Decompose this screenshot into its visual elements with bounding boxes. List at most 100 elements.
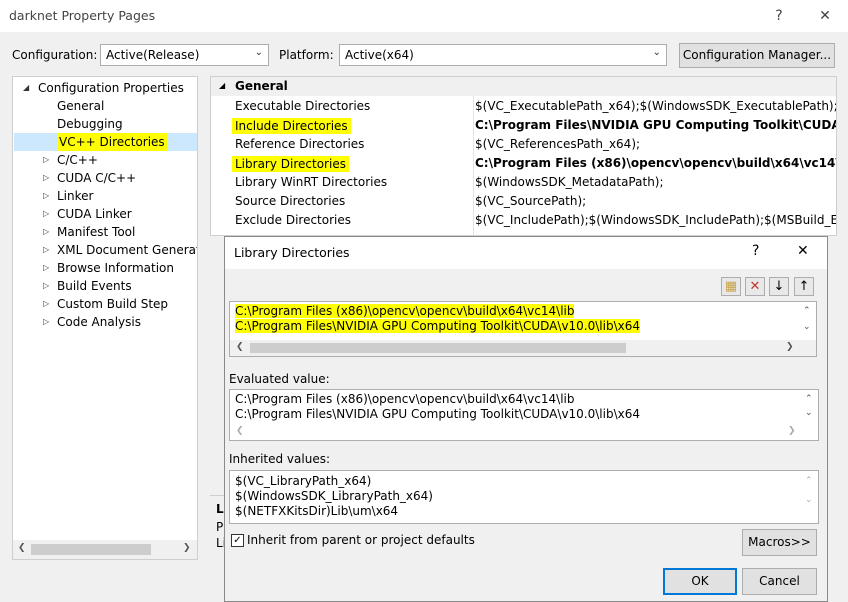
expand-arrow-icon[interactable]: ▷ [43,317,49,326]
tree-item-cuda-cc[interactable]: CUDA C/C++ [57,169,136,187]
horizontal-scrollbar[interactable]: ❮ ❯ [230,340,816,356]
property-grid: ◢ General Executable Directories $(VC_Ex… [210,76,837,236]
configuration-value: Active(Release) [106,48,200,62]
property-name: Exclude Directories [235,213,351,227]
grid-row[interactable]: Exclude Directories $(VC_IncludePath);$(… [211,211,837,230]
scroll-right-icon[interactable]: ❯ [183,543,191,553]
ok-button[interactable]: OK [663,568,737,595]
directory-entry[interactable]: C:\Program Files (x86)\opencv\opencv\bui… [235,304,575,318]
grid-row[interactable]: Executable Directories $(VC_ExecutablePa… [211,97,837,116]
expand-arrow-icon[interactable]: ▷ [43,209,49,218]
cancel-button[interactable]: Cancel [742,568,817,595]
scroll-left-icon[interactable]: ❮ [18,543,26,553]
tree-item-manifest-tool[interactable]: Manifest Tool [57,223,135,241]
expand-arrow-icon[interactable]: ▷ [43,299,49,308]
scroll-thumb[interactable] [31,544,151,555]
property-tree: ◢ Configuration Properties General Debug… [12,76,198,560]
expand-arrow-icon[interactable]: ▷ [43,227,49,236]
scroll-up-icon[interactable]: ⌃ [805,476,813,486]
tree-item-cc[interactable]: C/C++ [57,151,98,169]
tree-item-build-events[interactable]: Build Events [57,277,132,295]
dialog-help-button[interactable]: ? [752,243,759,259]
expand-arrow-icon[interactable]: ▷ [43,191,49,200]
grid-row[interactable]: Source Directories $(VC_SourcePath); [211,192,836,211]
property-name: Source Directories [235,194,346,208]
folder-icon: ▦ [724,279,738,294]
inherit-checkbox[interactable]: ✓ [231,534,244,547]
scroll-right-icon[interactable]: ❯ [786,342,794,352]
collapse-arrow-icon[interactable]: ◢ [23,83,29,92]
configuration-select[interactable]: Active(Release) ⌄ [100,44,269,66]
grid-row[interactable]: Library Directories C:\Program Files (x8… [211,154,837,173]
tree-item-cuda-linker[interactable]: CUDA Linker [57,205,132,223]
scroll-up-icon[interactable]: ⌃ [803,306,811,316]
delete-line-button[interactable]: ✕ [745,277,765,296]
scroll-down-icon[interactable]: ⌄ [805,408,813,418]
inherited-values-label: Inherited values: [229,452,330,466]
close-button[interactable]: ✕ [813,5,837,27]
property-name: Reference Directories [235,137,365,151]
configuration-manager-button[interactable]: Configuration Manager... [679,43,835,68]
property-name: Library WinRT Directories [235,175,388,189]
expand-arrow-icon[interactable]: ▷ [43,245,49,254]
tree-item-custom-build-step[interactable]: Custom Build Step [57,295,168,313]
description-line: P [216,520,224,534]
scroll-up-icon[interactable]: ⌃ [805,394,813,404]
tree-item-general[interactable]: General [57,97,104,115]
evaluated-entry: C:\Program Files\NVIDIA GPU Computing To… [235,407,640,421]
inherit-checkbox-label[interactable]: Inherit from parent or project defaults [247,533,475,547]
tree-item-configuration-properties[interactable]: Configuration Properties [38,79,184,97]
grid-section-header[interactable]: ◢ General [211,77,836,96]
dialog-title: Library Directories [234,245,350,260]
scroll-down-icon[interactable]: ⌄ [803,322,811,332]
tree-item-debugging[interactable]: Debugging [57,115,123,133]
expand-arrow-icon[interactable]: ▷ [43,281,49,290]
grid-row[interactable]: Reference Directories $(VC_ReferencesPat… [211,135,836,154]
window-title: darknet Property Pages [9,8,156,23]
inherited-entry: $(WindowsSDK_LibraryPath_x64) [235,489,433,503]
chevron-down-icon: ⌄ [254,47,263,58]
tree-item-linker[interactable]: Linker [57,187,93,205]
configuration-label: Configuration: [12,48,98,62]
collapse-arrow-icon[interactable]: ◢ [219,81,225,90]
macros-button[interactable]: Macros>> [742,529,817,556]
section-title: General [235,79,288,93]
expand-arrow-icon[interactable]: ▷ [43,155,49,164]
help-button[interactable]: ? [767,5,791,27]
scroll-right-icon[interactable]: ❯ [788,426,796,436]
property-value: $(VC_SourcePath); [475,194,587,208]
scroll-thumb[interactable] [250,343,626,353]
tree-item-xml-document-generator[interactable]: XML Document Generator [57,241,197,259]
property-value: $(VC_ExecutablePath_x64);$(WindowsSDK_Ex… [475,99,837,113]
dialog-title-bar: Library Directories ? ✕ [225,237,827,269]
property-value: $(WindowsSDK_MetadataPath); [475,175,664,189]
platform-label: Platform: [279,48,334,62]
inherited-entry: $(VC_LibraryPath_x64) [235,474,372,488]
evaluated-entry: C:\Program Files (x86)\opencv\opencv\bui… [235,392,575,406]
platform-value: Active(x64) [345,48,414,62]
evaluated-value-box: C:\Program Files (x86)\opencv\opencv\bui… [229,389,819,441]
arrow-up-icon: ↑ [798,279,810,294]
new-line-button[interactable]: ▦ [721,277,741,296]
directory-entry[interactable]: C:\Program Files\NVIDIA GPU Computing To… [235,319,640,333]
scroll-left-icon[interactable]: ❮ [236,342,244,352]
move-down-button[interactable]: ↓ [769,277,789,296]
property-value: C:\Program Files (x86)\opencv\opencv\bui… [475,156,837,170]
property-value: $(VC_IncludePath);$(WindowsSDK_IncludePa… [475,213,837,227]
grid-row[interactable]: Include Directories C:\Program Files\NVI… [211,116,837,135]
dialog-close-button[interactable]: ✕ [797,243,809,259]
scroll-left-icon[interactable]: ❮ [236,426,244,436]
tree-item-browse-information[interactable]: Browse Information [57,259,174,277]
move-up-button[interactable]: ↑ [794,277,814,296]
scroll-down-icon[interactable]: ⌄ [805,495,813,505]
expand-arrow-icon[interactable]: ▷ [43,263,49,272]
property-value: C:\Program Files\NVIDIA GPU Computing To… [475,118,837,132]
directories-list[interactable]: C:\Program Files (x86)\opencv\opencv\bui… [229,301,817,357]
arrow-down-icon: ↓ [773,279,785,294]
expand-arrow-icon[interactable]: ▷ [43,173,49,182]
tree-horizontal-scrollbar[interactable]: ❮ ❯ [13,540,197,559]
tree-item-code-analysis[interactable]: Code Analysis [57,313,141,331]
tree-item-vc-directories[interactable]: VC++ Directories [57,133,167,151]
platform-select[interactable]: Active(x64) ⌄ [339,44,667,66]
grid-row[interactable]: Library WinRT Directories $(WindowsSDK_M… [211,173,836,192]
